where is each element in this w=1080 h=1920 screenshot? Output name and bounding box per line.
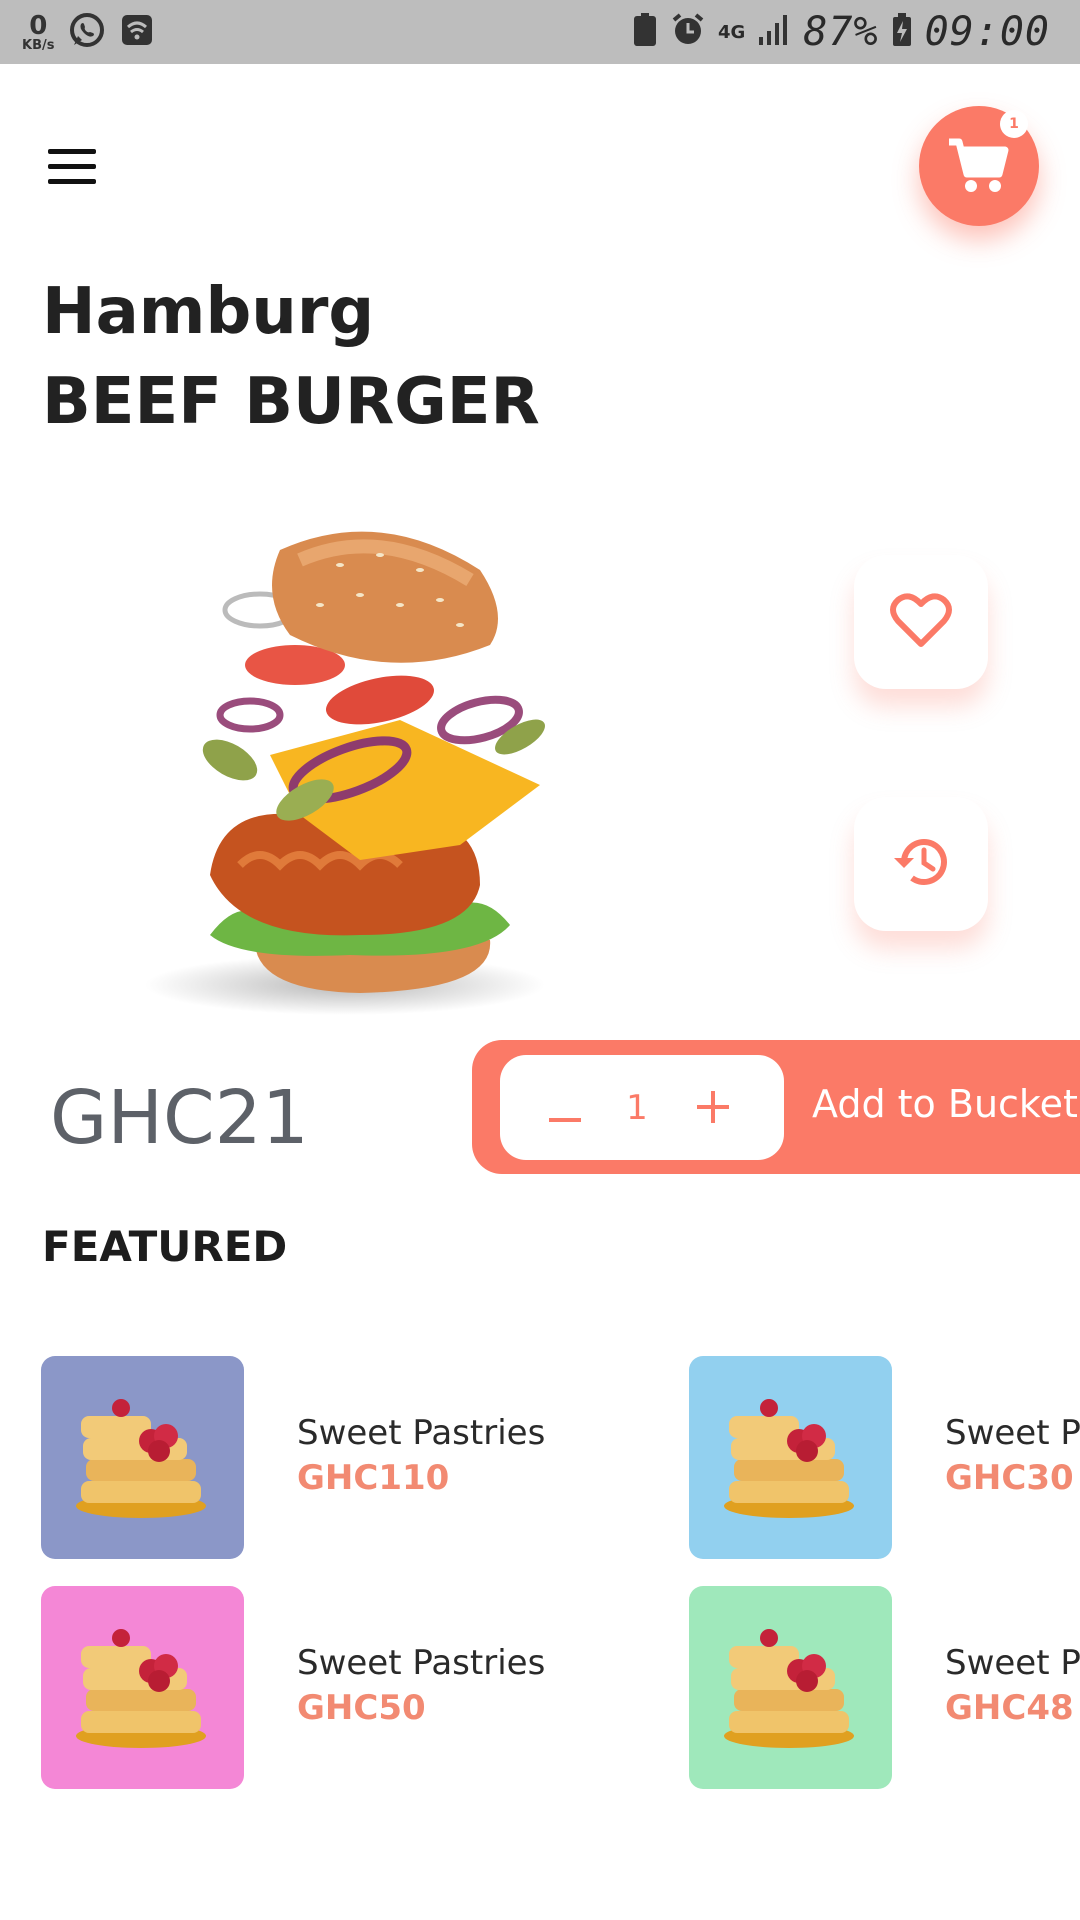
network-speed-unit: KB/s <box>22 37 55 53</box>
status-bar-left: 0 KB/s <box>22 8 154 56</box>
wifi-notification-icon <box>120 13 154 51</box>
plus-icon <box>697 1083 729 1134</box>
heart-icon <box>890 592 952 652</box>
featured-item-thumb[interactable] <box>689 1586 892 1789</box>
lock-icon <box>632 12 658 52</box>
minus-icon <box>549 1083 581 1134</box>
hamburger-menu-icon[interactable] <box>44 145 100 189</box>
burger-image <box>100 515 580 1015</box>
featured-item-name: Sweet Pa <box>945 1643 1080 1683</box>
featured-item-image <box>689 1586 892 1789</box>
signal-icon <box>757 13 791 51</box>
add-to-bucket-button[interactable]: Add to Bucket <box>812 1082 1078 1126</box>
featured-item-price: GHC30 <box>945 1458 1074 1498</box>
featured-item-thumb[interactable] <box>41 1356 244 1559</box>
featured-item-name: Sweet Pastries <box>297 1413 546 1453</box>
history-icon <box>890 834 952 894</box>
shopping-cart-icon <box>947 136 1011 200</box>
network-speed: 0 KB/s <box>22 13 54 52</box>
status-bar-right: 4G 87% 09:00 <box>632 6 1050 58</box>
network-type: 4G <box>718 21 746 43</box>
increase-quantity-button[interactable] <box>688 1078 738 1138</box>
cart-count-badge: 1 <box>1000 110 1028 138</box>
clock: 09:00 <box>924 9 1050 55</box>
featured-item-price: GHC50 <box>297 1688 426 1728</box>
featured-heading: FEATURED <box>42 1222 288 1271</box>
featured-item-thumb[interactable] <box>689 1356 892 1559</box>
featured-item-name: Sweet Pa <box>945 1413 1080 1453</box>
product-name: BEEF BURGER <box>42 365 540 439</box>
decrease-quantity-button[interactable] <box>540 1078 590 1138</box>
history-button[interactable] <box>854 797 988 931</box>
battery-charging-icon <box>891 12 913 52</box>
product-price: GHC21 <box>50 1075 309 1161</box>
featured-item-image <box>41 1586 244 1789</box>
alarm-icon <box>670 12 706 52</box>
favorite-button[interactable] <box>854 555 988 689</box>
quantity-value: 1 <box>626 1088 648 1128</box>
whatsapp-icon <box>68 11 106 53</box>
featured-item-image <box>41 1356 244 1559</box>
product-brand: Hamburg <box>42 275 375 349</box>
featured-item-thumb[interactable] <box>41 1586 244 1789</box>
featured-item-price: GHC48 <box>945 1688 1074 1728</box>
featured-item-price: GHC110 <box>297 1458 450 1498</box>
network-speed-value: 0 <box>29 10 48 41</box>
featured-item-image <box>689 1356 892 1559</box>
battery-percent: 87% <box>803 9 879 55</box>
featured-item-name: Sweet Pastries <box>297 1643 546 1683</box>
